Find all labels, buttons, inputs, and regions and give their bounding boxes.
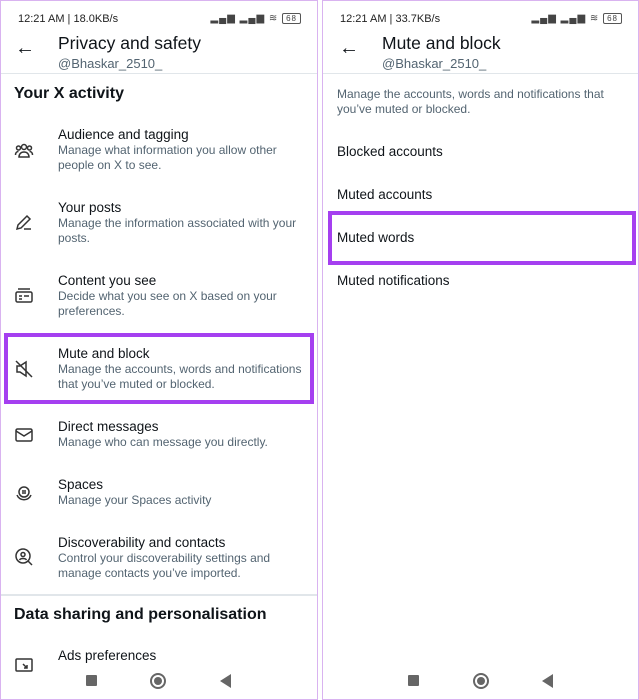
item-title: Ads preferences <box>58 648 157 663</box>
content-icon <box>15 288 33 303</box>
item-title: Discoverability and contacts <box>58 535 226 550</box>
battery-icon: 68 <box>282 13 301 24</box>
spaces-icon <box>16 486 32 501</box>
recents-button[interactable] <box>408 675 419 686</box>
item-title: Spaces <box>58 477 104 492</box>
item-desc: Manage your Spaces activity <box>58 493 212 507</box>
item-title: Your posts <box>58 200 122 215</box>
highlight-box <box>4 333 314 404</box>
battery-icon: 68 <box>603 13 622 24</box>
back-button[interactable] <box>220 674 231 688</box>
ads-icon <box>15 658 33 672</box>
status-icons: ▂▄▆ ▂▄▆ ≋ 68 <box>210 13 301 24</box>
home-button[interactable] <box>473 673 489 689</box>
back-button[interactable] <box>542 674 553 688</box>
mute-and-block-screen: 12:21 AM | 33.7KB/s ▂▄▆ ▂▄▆ ≋ 68 ← Mute … <box>322 0 639 700</box>
status-bar-time: 12:21 AM | 33.7KB/s <box>340 13 441 25</box>
muted-accounts[interactable]: Muted accounts <box>337 187 432 202</box>
home-button[interactable] <box>150 673 166 689</box>
section-data-sharing: Data sharing and personalisation <box>14 606 267 623</box>
people-icon <box>14 143 34 158</box>
status-icons: ▂▄▆ ▂▄▆ ≋ 68 <box>531 13 622 24</box>
status-bar-time: 12:21 AM | 18.0KB/s <box>18 13 119 25</box>
item-title: Direct messages <box>58 419 159 434</box>
blocked-accounts[interactable]: Blocked accounts <box>337 144 443 159</box>
highlight-box <box>328 211 636 265</box>
page-title: Mute and block <box>382 33 501 53</box>
item-desc: Manage who can message you directly. <box>58 435 268 449</box>
search-person-icon <box>15 548 33 566</box>
item-title: Content you see <box>58 273 157 288</box>
item-title: Audience and tagging <box>58 127 189 142</box>
recents-button[interactable] <box>86 675 97 686</box>
item-desc: Manage what information you allow other … <box>58 143 277 172</box>
privacy-and-safety-screen: 12:21 AM | 18.0KB/s ▂▄▆ ▂▄▆ ≋ 68 ← Priva… <box>0 0 318 700</box>
user-handle: @Bhaskar_2510_ <box>58 56 163 71</box>
page-description: Manage the accounts, words and notificat… <box>337 87 604 116</box>
item-desc: Manage the information associated with y… <box>58 216 297 245</box>
back-arrow-icon[interactable]: ← <box>339 37 359 60</box>
back-arrow-icon[interactable]: ← <box>15 37 35 60</box>
muted-notifications[interactable]: Muted notifications <box>337 273 450 288</box>
item-desc: Decide what you see on X based on your p… <box>58 289 277 318</box>
pencil-icon <box>15 214 32 231</box>
item-desc: Control your discoverability settings an… <box>58 551 271 580</box>
user-handle: @Bhaskar_2510_ <box>382 56 487 71</box>
envelope-icon <box>15 428 33 442</box>
section-your-x-activity: Your X activity <box>14 85 124 102</box>
page-title: Privacy and safety <box>58 33 201 53</box>
